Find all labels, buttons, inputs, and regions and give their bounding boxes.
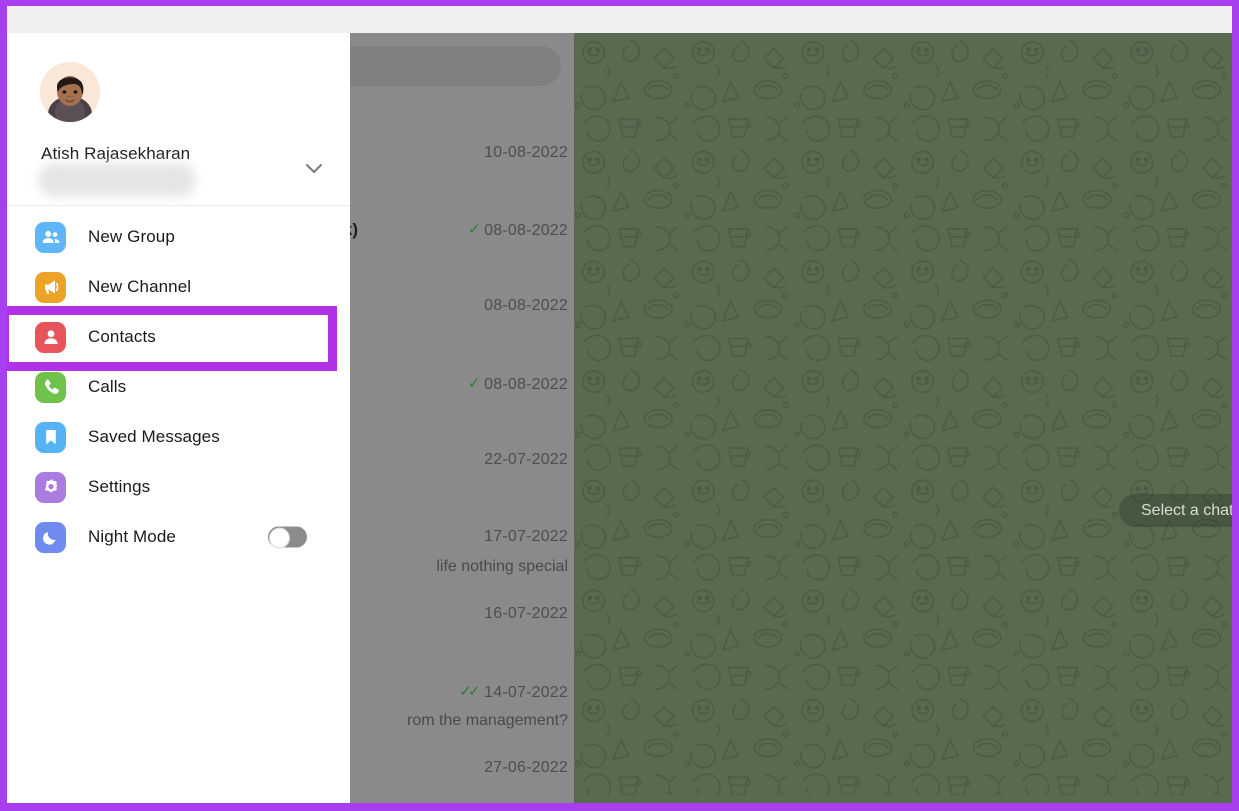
menu-item-contacts[interactable]: Contacts xyxy=(7,312,350,362)
window-titlebar xyxy=(7,6,1232,33)
double-check-icon: ✓✓ xyxy=(459,683,480,700)
menu-item-settings[interactable]: Settings xyxy=(7,462,350,512)
contacts-icon xyxy=(35,321,66,353)
main-menu-panel[interactable]: Atish Rajasekharan New Group New Channel… xyxy=(7,33,350,803)
settings-icon xyxy=(35,471,66,503)
menu-item-label: Settings xyxy=(88,477,151,496)
menu-item-label: Night Mode xyxy=(88,527,176,546)
chevron-down-icon[interactable] xyxy=(301,155,327,181)
chat-row-date: 27-06-2022 xyxy=(484,759,568,776)
select-chat-placeholder-badge: Select a chat t xyxy=(1119,494,1232,527)
menu-item-label: Saved Messages xyxy=(88,427,220,446)
chat-row-preview: rom the management? xyxy=(407,712,568,729)
menu-item-label: New Channel xyxy=(88,277,192,296)
menu-item-new-channel[interactable]: New Channel xyxy=(7,262,350,312)
chat-row-preview: life nothing special xyxy=(436,558,568,575)
new-channel-icon xyxy=(35,271,66,303)
chat-row-date: 22-07-2022 xyxy=(484,451,568,468)
menu-item-new-group[interactable]: New Group xyxy=(7,212,350,262)
profile-header[interactable]: Atish Rajasekharan xyxy=(7,33,350,206)
single-check-icon: ✓ xyxy=(467,375,480,392)
menu-item-list: New Group New Channel Contacts Calls Sav… xyxy=(7,206,350,562)
night-mode-toggle[interactable] xyxy=(268,526,307,549)
menu-item-saved-messages[interactable]: Saved Messages xyxy=(7,412,350,462)
menu-item-night-mode[interactable]: Night Mode xyxy=(7,512,350,562)
menu-item-label: New Group xyxy=(88,227,175,246)
chat-row-date: ✓ 08-08-2022 xyxy=(467,375,568,393)
menu-item-calls[interactable]: Calls xyxy=(7,362,350,412)
menu-item-label: Calls xyxy=(88,377,127,396)
chat-row-date: 10-08-2022 xyxy=(484,144,568,161)
avatar[interactable] xyxy=(40,62,100,122)
single-check-icon: ✓ xyxy=(467,221,480,238)
doodle-background-pattern xyxy=(574,33,1232,795)
conversation-placeholder-pane: Select a chat t xyxy=(574,33,1232,803)
calls-icon xyxy=(35,371,66,403)
chat-row-date: 16-07-2022 xyxy=(484,605,568,622)
select-chat-label: Select a chat t xyxy=(1141,501,1232,519)
chat-row-date: 08-08-2022 xyxy=(484,297,568,314)
chat-row-date: ✓ 08-08-2022 xyxy=(467,221,568,239)
profile-phone-redacted xyxy=(38,163,196,197)
saved-messages-icon xyxy=(35,421,66,453)
user-avatar-photo xyxy=(40,62,100,122)
night-mode-icon xyxy=(35,521,66,553)
highlighted-screenshot-frame: 10-08-2022 k) ✓ 08-08-2022 08-08-2022 ✓ 08-0… xyxy=(0,0,1239,811)
chat-row-date: ✓✓ 14-07-2022 xyxy=(459,683,568,701)
new-group-icon xyxy=(35,221,66,253)
chat-row-date: 17-07-2022 xyxy=(484,528,568,545)
telegram-window: 10-08-2022 k) ✓ 08-08-2022 08-08-2022 ✓ 08-0… xyxy=(7,6,1232,803)
profile-name: Atish Rajasekharan xyxy=(41,144,191,163)
menu-item-label: Contacts xyxy=(88,327,156,346)
